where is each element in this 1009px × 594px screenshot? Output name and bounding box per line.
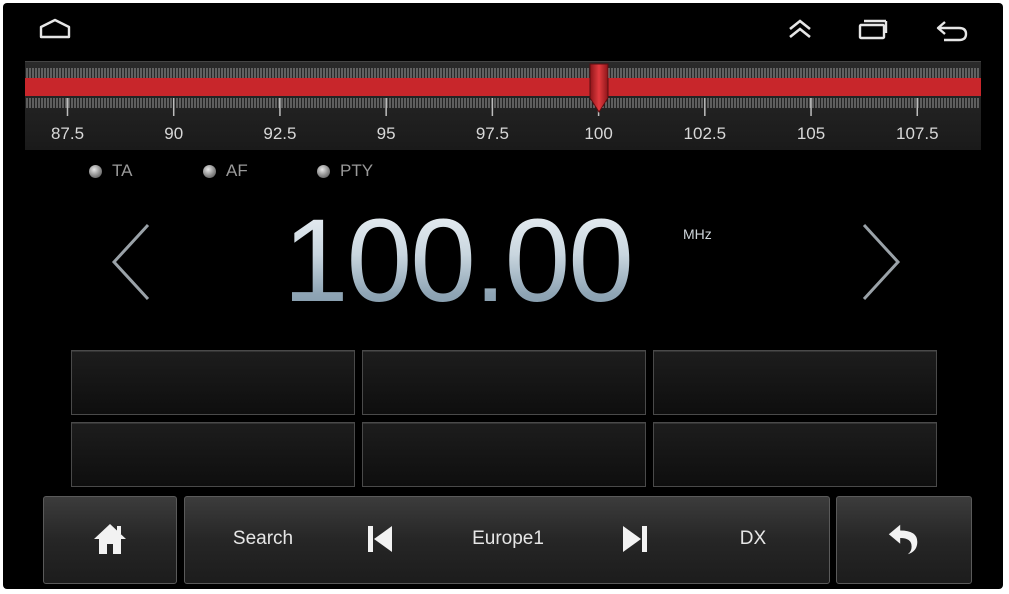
frequency-unit: MHz — [683, 226, 712, 242]
scale-tick-label: 100 — [584, 124, 613, 143]
frequency-display: 100.00 — [283, 196, 683, 326]
af-label: AF — [226, 161, 248, 180]
scale-tick-label: 90 — [164, 124, 184, 143]
ta-led-icon — [89, 164, 102, 178]
home-button[interactable] — [43, 496, 177, 582]
pty-label: PTY — [340, 161, 374, 180]
scale-tick-label: 107.5 — [895, 124, 939, 143]
tuning-slider-handle[interactable] — [588, 62, 610, 114]
pty-led-icon — [317, 164, 330, 178]
preset-button-4[interactable] — [71, 422, 355, 487]
frequency-up-button[interactable] — [856, 221, 906, 303]
skip-previous-icon — [368, 526, 392, 552]
ta-label: TA — [112, 161, 133, 180]
chevron-right-icon — [862, 223, 901, 301]
home-outline-icon[interactable] — [37, 15, 73, 43]
return-button[interactable] — [836, 496, 972, 582]
chevron-left-icon — [111, 223, 150, 301]
next-station-button[interactable] — [610, 496, 660, 582]
scale-tick-label: 87.5 — [50, 124, 85, 143]
pty-indicator[interactable]: PTY — [317, 161, 373, 181]
af-led-icon — [203, 164, 216, 178]
return-arrow-icon — [888, 524, 918, 555]
search-button[interactable]: Search — [213, 496, 313, 582]
previous-station-button[interactable] — [355, 496, 405, 582]
skip-next-icon — [623, 526, 647, 552]
tuning-band — [25, 78, 981, 96]
recent-apps-icon[interactable] — [855, 15, 891, 43]
frequency-down-button[interactable] — [106, 221, 156, 303]
region-button[interactable]: Europe1 — [458, 496, 558, 582]
af-indicator[interactable]: AF — [203, 161, 248, 181]
home-icon — [94, 524, 126, 554]
dx-button[interactable]: DX — [723, 496, 783, 582]
preset-button-6[interactable] — [653, 422, 937, 487]
radio-screen: 87.5 90 92.5 95 97.5 100 102.5 105 107.5 TA AF — [3, 3, 1003, 589]
scale-tick-label: 92.5 — [263, 124, 297, 143]
preset-button-2[interactable] — [362, 350, 646, 415]
frequency-scale[interactable]: 87.5 90 92.5 95 97.5 100 102.5 105 107.5 — [25, 61, 981, 150]
back-arrow-icon[interactable] — [934, 15, 970, 43]
scale-tick-label: 95 — [376, 124, 396, 143]
scale-tick-label: 102.5 — [683, 124, 727, 143]
double-chevron-up-icon[interactable] — [782, 15, 818, 43]
ta-indicator[interactable]: TA — [89, 161, 132, 181]
preset-button-1[interactable] — [71, 350, 355, 415]
scale-tick-label: 97.5 — [475, 124, 509, 143]
preset-button-3[interactable] — [653, 350, 937, 415]
scale-tick-label: 105 — [796, 124, 826, 143]
preset-button-5[interactable] — [362, 422, 646, 487]
